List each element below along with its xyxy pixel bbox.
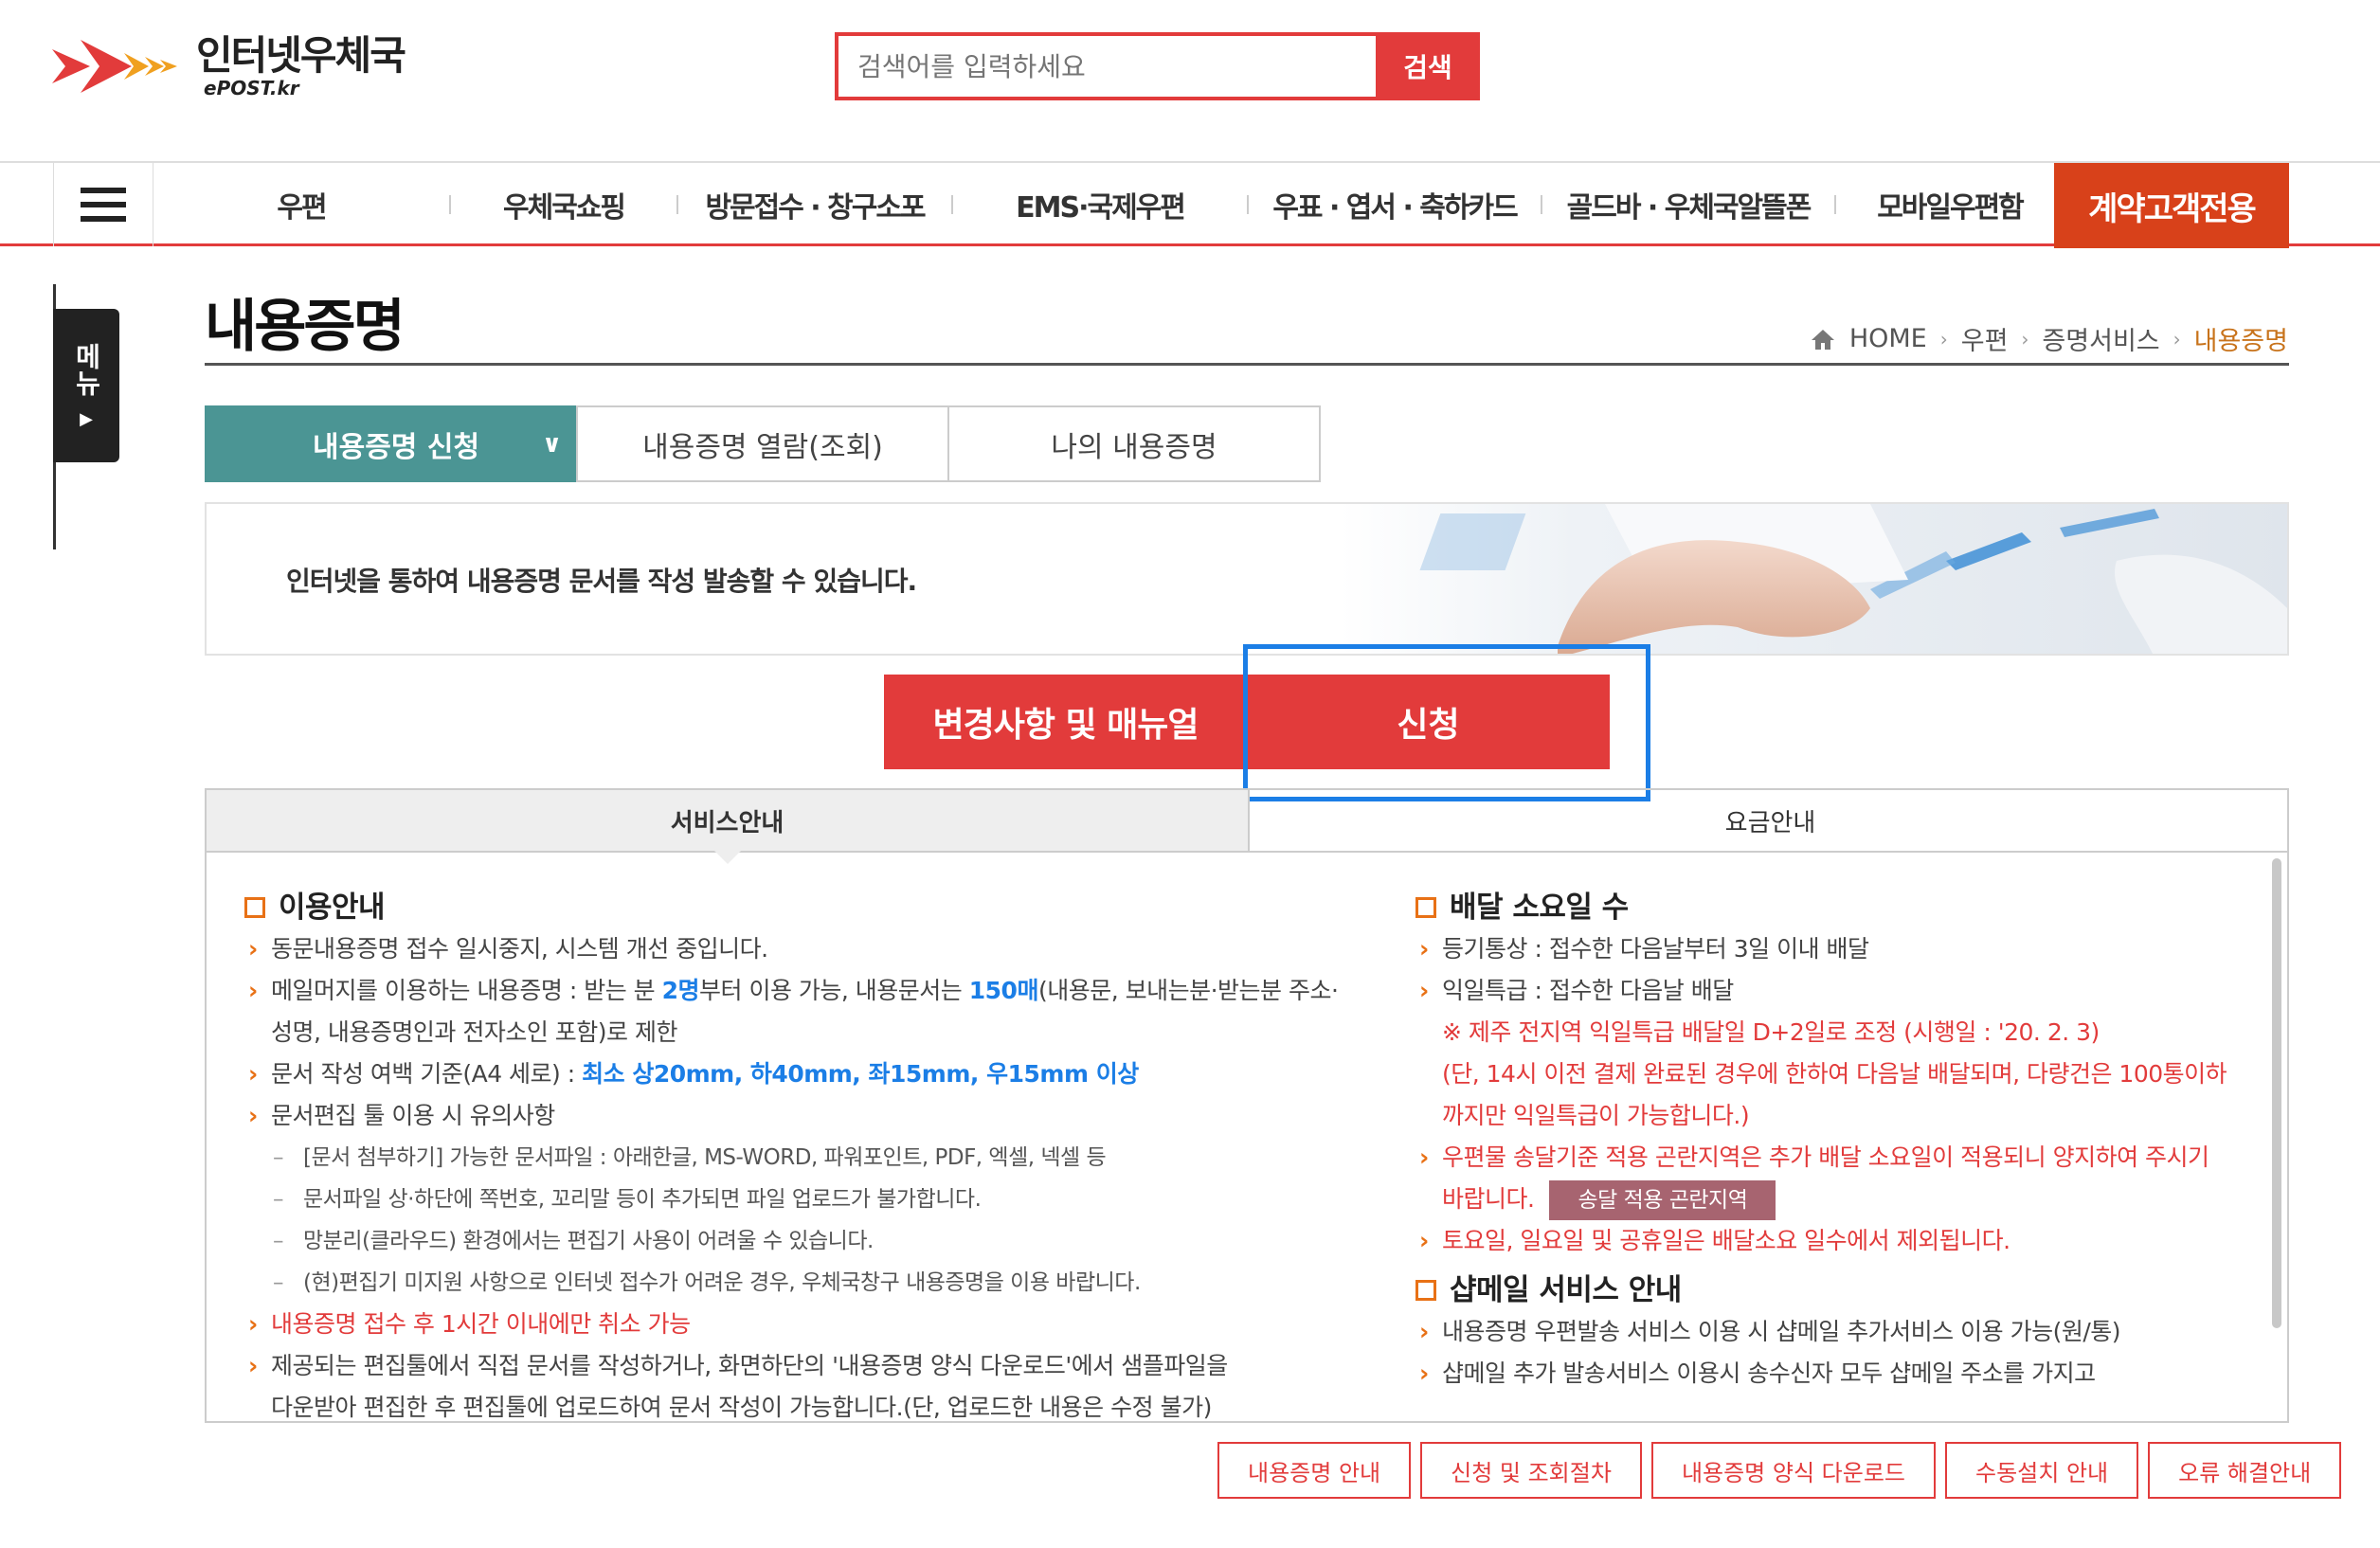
list-item-continuation: 바랍니다. 송달 적용 곤란지역 bbox=[1415, 1179, 2268, 1220]
sub-list-item: 망분리(클라우드) 환경에서는 편집기 사용이 어려울 수 있습니다. bbox=[244, 1220, 1552, 1262]
tab-view[interactable]: 내용증명 열람(조회) bbox=[576, 405, 949, 482]
guide-button[interactable]: 내용증명 안내 bbox=[1217, 1442, 1412, 1499]
list-item: 우편물 송달기준 적용 곤란지역은 추가 배달 소요일이 적용되니 양지하여 주… bbox=[1415, 1137, 2268, 1179]
nav-item-goldbar[interactable]: 골드바 · 우체국알뜰폰 bbox=[1542, 184, 1834, 225]
jeju-notice-detail: 까지만 익일특급이 가능합니다.) bbox=[1442, 1102, 1750, 1129]
nav-item-mobile-mailbox[interactable]: 모바일우편함 bbox=[1836, 184, 2064, 225]
usage-guide-column: 이용안내 동문내용증명 접수 일시중지, 시스템 개선 중입니다. 메일머지를 … bbox=[244, 887, 1552, 1421]
troubleshooting-button[interactable]: 오류 해결안내 bbox=[2148, 1442, 2342, 1499]
template-download-button[interactable]: 내용증명 양식 다운로드 bbox=[1650, 1442, 1936, 1499]
hamburger-menu-icon[interactable] bbox=[53, 163, 153, 246]
nav-item-contract-customers[interactable]: 계약고객전용 bbox=[2054, 163, 2289, 248]
delivery-days-heading: 배달 소요일 수 bbox=[1415, 887, 2268, 928]
epost-logo-icon bbox=[52, 40, 177, 93]
logo-title: 인터넷우체국 bbox=[196, 32, 406, 79]
nav-item-stamps[interactable]: 우표 · 엽서 · 축하카드 bbox=[1249, 184, 1541, 225]
sub-list-item: [문서 첨부하기] 가능한 문서파일 : 아래한글, MS-WORD, 파워포인… bbox=[244, 1137, 1552, 1179]
jeju-notice: ※ 제주 전지역 익일특급 배달일 D+2일로 조정 (시행일 : '20. 2… bbox=[1442, 1018, 2100, 1046]
side-menu-toggle[interactable]: 메뉴 ▶ bbox=[53, 309, 119, 462]
list-item-cancel-notice: 내용증명 접수 후 1시간 이내에만 취소 가능 bbox=[244, 1304, 1552, 1345]
main-nav: 우편 우체국쇼핑 방문접수 · 창구소포 EMS·국제우편 우표 · 엽서 · … bbox=[0, 163, 2380, 248]
tab-apply-label: 내용증명 신청 bbox=[313, 430, 480, 464]
breadcrumb-post[interactable]: 우편 bbox=[1961, 320, 2009, 357]
bottom-link-buttons: 내용증명 안내 신청 및 조회절차 내용증명 양식 다운로드 수동설치 안내 오… bbox=[1217, 1442, 2342, 1499]
procedure-button[interactable]: 신청 및 조회절차 bbox=[1420, 1442, 1642, 1499]
side-menu-label: 메뉴 bbox=[71, 342, 102, 396]
apply-button[interactable]: 신청 bbox=[1247, 675, 1610, 769]
tab-apply[interactable]: 내용증명 신청 ∨ bbox=[205, 405, 578, 482]
sub-tabs: 내용증명 신청 ∨ 내용증명 열람(조회) 나의 내용증명 bbox=[205, 405, 1321, 482]
info-panel: 서비스안내 요금안내 이용안내 동문내용증명 접수 일시중지, 시스템 개선 중… bbox=[205, 788, 2289, 1423]
nav-item-post[interactable]: 우편 bbox=[153, 184, 449, 225]
nav-item-visit-parcel[interactable]: 방문접수 · 창구소포 bbox=[678, 184, 951, 225]
nav-item-ems[interactable]: EMS·국제우편 bbox=[953, 184, 1247, 225]
list-item: 등기통상 : 접수한 다음날부터 3일 이내 배달 bbox=[1415, 928, 2268, 970]
list-item: 문서편집 툴 이용 시 유의사항 bbox=[244, 1095, 1552, 1137]
banner-hand-document-image bbox=[1340, 504, 2287, 654]
list-item: 동문내용증명 접수 일시중지, 시스템 개선 중입니다. bbox=[244, 928, 1552, 970]
banner-text: 인터넷을 통하여 내용증명 문서를 작성 발송할 수 있습니다. bbox=[286, 566, 917, 597]
chevron-down-icon: ∨ bbox=[542, 429, 563, 459]
list-item: 토요일, 일요일 및 공휴일은 배달소요 일수에서 제외됩니다. bbox=[1415, 1220, 2268, 1262]
chevron-right-icon: ▶ bbox=[80, 408, 93, 429]
manual-install-button[interactable]: 수동설치 안내 bbox=[1945, 1442, 2139, 1499]
search-input[interactable] bbox=[835, 32, 1376, 100]
chevron-right-icon: › bbox=[2021, 327, 2029, 351]
nav-item-shopping[interactable]: 우체국쇼핑 bbox=[451, 184, 676, 225]
list-item: 문서 작성 여백 기준(A4 세로) : 최소 상20mm, 하40mm, 좌1… bbox=[244, 1053, 1552, 1095]
usage-guide-heading: 이용안내 bbox=[244, 887, 1552, 928]
breadcrumb-home[interactable]: HOME bbox=[1849, 324, 1927, 353]
difficult-area-button[interactable]: 송달 적용 곤란지역 bbox=[1549, 1180, 1776, 1220]
search-bar: 검색 bbox=[835, 32, 1480, 100]
shopmail-heading: 샵메일 서비스 안내 bbox=[1415, 1269, 2268, 1311]
search-button[interactable]: 검색 bbox=[1376, 32, 1480, 100]
chevron-right-icon: › bbox=[1939, 327, 1948, 351]
list-item: 메일머지를 이용하는 내용증명 : 받는 분 2명부터 이용 가능, 내용문서는… bbox=[244, 970, 1552, 1012]
logo-subtitle: ePOST.kr bbox=[204, 77, 299, 99]
delivery-days-column: 배달 소요일 수 등기통상 : 접수한 다음날부터 3일 이내 배달 익일특급 … bbox=[1415, 887, 2268, 1395]
breadcrumb-current: 내용증명 bbox=[2193, 327, 2288, 356]
list-item: 내용증명 우편발송 서비스 이용 시 샵메일 추가서비스 이용 가능(원/통) bbox=[1415, 1311, 2268, 1353]
info-tab-fees[interactable]: 요금안내 bbox=[1250, 790, 2287, 851]
page-title: 내용증명 bbox=[205, 294, 406, 360]
jeju-notice-detail: (단, 14시 이전 결제 완료된 경우에 한하여 다음날 배달되며, 다량건은… bbox=[1442, 1060, 2227, 1088]
breadcrumb: HOME › 우편 › 증명서비스 › 내용증명 bbox=[1810, 320, 2288, 357]
epost-logo[interactable]: 인터넷우체국 ePOST.kr bbox=[52, 28, 406, 104]
tab-my-certifications[interactable]: 나의 내용증명 bbox=[947, 405, 1321, 482]
home-icon bbox=[1811, 329, 1834, 350]
sub-list-item: (현)편집기 미지원 사항으로 인터넷 접수가 어려운 경우, 우체국창구 내용… bbox=[244, 1262, 1552, 1304]
info-tab-service[interactable]: 서비스안내 bbox=[207, 790, 1250, 864]
manual-button[interactable]: 변경사항 및 매뉴얼 bbox=[884, 675, 1247, 769]
list-item-continuation: 성명, 내용증명인과 전자소인 포함)로 제한 bbox=[271, 1018, 678, 1046]
list-item: 샵메일 추가 발송서비스 이용시 송수신자 모두 샵메일 주소를 가지고 bbox=[1415, 1353, 2268, 1395]
breadcrumb-certification[interactable]: 증명서비스 bbox=[2042, 320, 2159, 357]
sub-list-item: 문서파일 상·하단에 쪽번호, 꼬리말 등이 추가되면 파일 업로드가 불가합니… bbox=[244, 1179, 1552, 1220]
title-divider bbox=[205, 363, 2289, 366]
list-item: 제공되는 편집툴에서 직접 문서를 작성하거나, 화면하단의 '내용증명 양식 … bbox=[244, 1345, 1552, 1387]
chevron-right-icon: › bbox=[2173, 327, 2181, 351]
scrollbar[interactable] bbox=[2272, 858, 2281, 1328]
list-item-continuation: 다운받아 편집한 후 편집툴에 업로드하여 문서 작성이 가능합니다.(단, 업… bbox=[271, 1394, 1212, 1421]
intro-banner: 인터넷을 통하여 내용증명 문서를 작성 발송할 수 있습니다. bbox=[205, 502, 2289, 656]
list-item: 익일특급 : 접수한 다음날 배달 bbox=[1415, 970, 2268, 1012]
info-tabs: 서비스안내 요금안내 bbox=[207, 790, 2287, 864]
